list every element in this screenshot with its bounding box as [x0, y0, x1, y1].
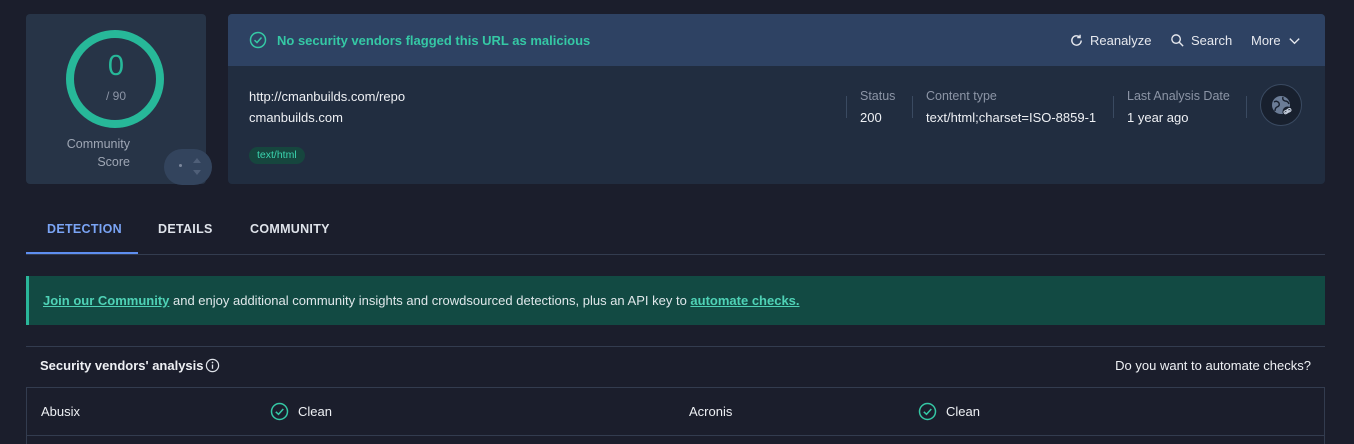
reanalyze-label: Reanalyze [1090, 33, 1152, 48]
content-type-tag[interactable]: text/html [249, 147, 305, 164]
info-icon[interactable] [205, 358, 220, 373]
community-score-card: 0 / 90 Community Score [26, 14, 212, 185]
check-circle-icon [918, 402, 937, 421]
vendor-result: Clean [298, 404, 332, 419]
stepper-dot-icon [179, 164, 182, 167]
community-score-label: Community Score [66, 137, 130, 169]
globe-link-icon [1272, 96, 1293, 117]
tab-details[interactable]: DETAILS [158, 222, 213, 236]
meta-divider [1246, 96, 1247, 118]
score-total: / 90 [105, 89, 126, 103]
summary-header: No security vendors flagged this URL as … [228, 14, 1325, 66]
content-type-label: Content type [926, 89, 997, 103]
vendors-header: Security vendors' analysis Do you want t… [26, 346, 1325, 387]
vendors-title: Security vendors' analysis [40, 358, 204, 373]
vendor-result: Clean [946, 404, 980, 419]
vote-up-icon[interactable] [193, 158, 201, 163]
chevron-down-icon [1288, 38, 1300, 45]
analysis-tabs: DETECTION DETAILS COMMUNITY [26, 205, 1325, 255]
more-menu-button[interactable]: More [1251, 32, 1302, 49]
reanalyze-button[interactable]: Reanalyze [1069, 32, 1151, 49]
meta-divider [912, 96, 913, 118]
tab-detection[interactable]: DETECTION [47, 222, 122, 236]
search-button[interactable]: Search [1170, 32, 1232, 49]
meta-divider [846, 96, 847, 118]
status-message: No security vendors flagged this URL as … [277, 33, 591, 48]
search-label: Search [1191, 33, 1233, 48]
vendors-table: Abusix Clean Acronis Clean [26, 387, 1325, 444]
vendor-name: Abusix [41, 404, 81, 419]
check-circle-icon [249, 31, 267, 49]
more-label: More [1251, 33, 1281, 48]
analyzed-url: http://cmanbuilds.com/repo [249, 89, 406, 104]
community-vote-stepper[interactable] [164, 149, 212, 185]
search-icon [1171, 34, 1184, 47]
active-tab-indicator [26, 252, 138, 254]
score-value: 0 [107, 50, 125, 82]
status-label: Status [860, 89, 896, 103]
tab-community[interactable]: COMMUNITY [250, 222, 330, 236]
status-value: 200 [860, 110, 882, 125]
vote-down-icon[interactable] [193, 170, 201, 175]
check-circle-icon [270, 402, 289, 421]
analyzed-domain: cmanbuilds.com [249, 110, 343, 125]
meta-divider [1113, 96, 1114, 118]
join-community-link[interactable]: Join our Community [43, 293, 169, 308]
last-analysis-label: Last Analysis Date [1127, 89, 1230, 103]
community-banner: Join our Community and enjoy additional … [26, 276, 1325, 325]
url-summary-card: No security vendors flagged this URL as … [228, 14, 1325, 184]
refresh-icon [1071, 34, 1082, 46]
content-type-value: text/html;charset=ISO-8859-1 [926, 110, 1097, 125]
table-row-divider [27, 435, 1324, 436]
vendor-name: Acronis [689, 404, 733, 419]
banner-text: and enjoy additional community insights … [169, 293, 691, 308]
automate-checks-question[interactable]: Do you want to automate checks? [1115, 358, 1311, 373]
automate-checks-link[interactable]: automate checks. [690, 293, 799, 308]
last-analysis-value: 1 year ago [1127, 110, 1189, 125]
url-globe-button[interactable] [1260, 84, 1302, 126]
